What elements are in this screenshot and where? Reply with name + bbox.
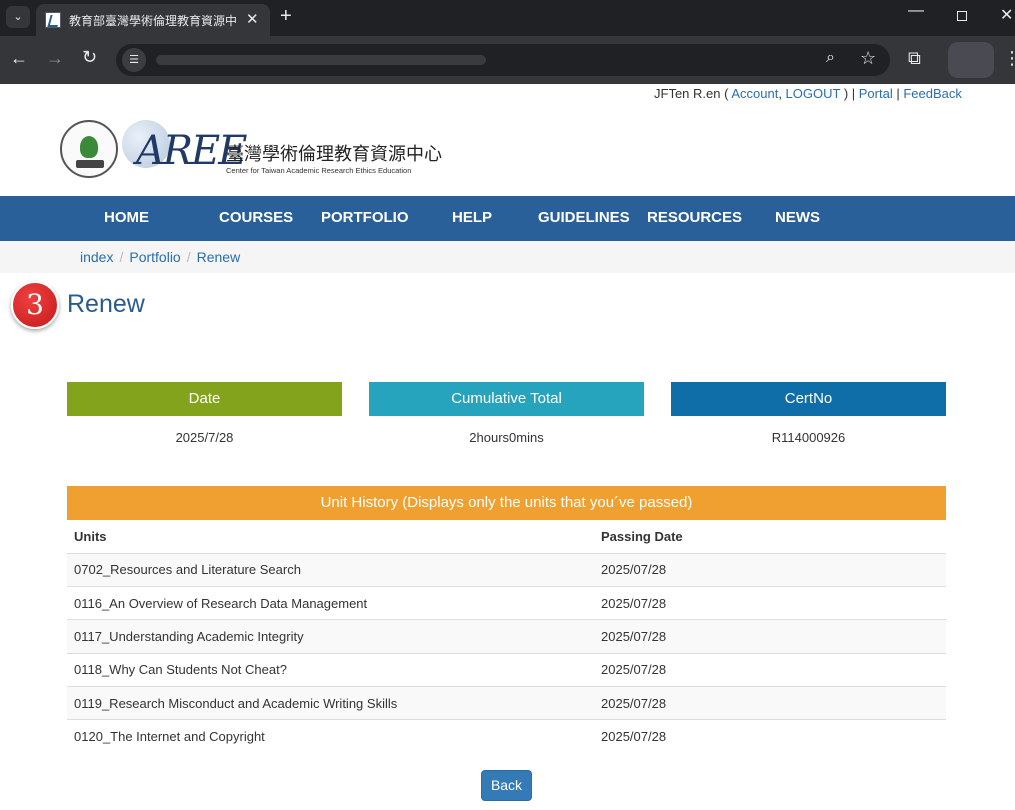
ministry-of-education-seal [60,120,118,178]
window-close-icon[interactable]: ✕ [1000,5,1013,25]
date-value: 2025/7/28 [175,430,234,445]
page-title: Renew [67,290,145,318]
table-row: 0120_The Internet and Copyright 2025/07/2… [67,719,946,754]
new-tab-plus-icon[interactable]: + [280,5,292,28]
url-text-redacted [156,55,486,65]
breadcrumb-renew[interactable]: Renew [197,249,241,265]
user-bar: JFTen R.en ( Account, LOGOUT ) | Portal … [654,86,962,101]
browser-tab-bar: ⌄ 教育部臺灣學術倫理教育資源中心 ✕ + — ✕ [0,0,1015,36]
nav-news[interactable]: NEWS [775,209,820,226]
unit-history-header: Unit History (Displays only the units th… [67,486,946,520]
nav-guidelines[interactable]: GUIDELINES [538,209,630,226]
bookmark-star-icon[interactable]: ☆ [860,48,876,69]
org-name-chinese: 臺灣學術倫理教育資源中心 [226,144,442,165]
user-name: JFTen R.en [654,86,721,101]
org-name-english: Center for Taiwan Academic Research Ethi… [226,166,412,175]
window-maximize-icon[interactable] [957,11,967,21]
tab-close-icon[interactable]: ✕ [246,10,259,28]
cumulative-total-header: Cumulative Total [369,382,644,416]
tab-title: 教育部臺灣學術倫理教育資源中心 [69,14,237,28]
site-favicon-icon [45,12,61,28]
userbar-paren-open: ( [720,86,732,101]
profile-avatar[interactable] [948,42,994,78]
back-button[interactable]: Back [481,770,532,801]
zoom-magnifier-icon[interactable]: ⌕ [826,49,835,67]
breadcrumb-portfolio[interactable]: Portfolio [129,249,180,265]
table-row: 0119_Research Misconduct and Academic Wr… [67,685,946,720]
unit-name: 0117_Understanding Academic Integrity [67,619,594,654]
browser-toolbar: ← → ↻ ☰ ⌕ ☆ ⧉ ⋮ [0,36,1015,84]
window-minimize-icon[interactable]: — [908,2,924,20]
nav-home[interactable]: HOME [104,209,149,226]
breadcrumb-bar: index / Portfolio / Renew [0,241,1015,273]
passing-date: 2025/07/28 [594,719,946,754]
passing-date: 2025/07/28 [594,685,946,720]
cumulative-total-value: 2hours0mins [469,430,544,445]
tab-list-chevron-icon[interactable]: ⌄ [6,6,30,28]
browser-tab[interactable]: 教育部臺灣學術倫理教育資源中心 ✕ [36,4,270,36]
unit-history-table: Units Passing Date 0702_Resources and Li… [67,520,946,754]
step-number-badge: 3 [11,281,59,329]
main-navigation: HOME COURSES PORTFOLIO HELP GUIDELINES R… [0,196,1015,241]
browser-menu-icon[interactable]: ⋮ [1003,48,1015,69]
table-row: 0117_Understanding Academic Integrity 202… [67,619,946,654]
table-row: 0702_Resources and Literature Search 2025… [67,552,946,587]
userbar-pipe: | [892,86,904,101]
table-row: 0116_An Overview of Research Data Manage… [67,586,946,620]
passing-date: 2025/07/28 [594,619,946,654]
nav-portfolio[interactable]: PORTFOLIO [321,209,409,226]
breadcrumb: index / Portfolio / Renew [80,249,240,265]
passing-date: 2025/07/28 [594,652,946,687]
nav-courses[interactable]: COURSES [219,209,293,226]
date-header: Date [67,382,342,416]
forward-arrow-icon[interactable]: → [46,48,64,69]
aree-logo-mark: AREE [122,118,247,182]
userbar-comma: , [778,86,786,101]
unit-name: 0118_Why Can Students Not Cheat? [67,652,594,687]
logout-link[interactable]: LOGOUT [786,86,841,101]
step-number: 3 [26,288,44,321]
portal-link[interactable]: Portal [859,86,893,101]
column-header-passing-date: Passing Date [594,520,946,554]
nav-resources[interactable]: RESOURCES [647,209,742,226]
unit-name: 0120_The Internet and Copyright [67,719,594,754]
address-bar[interactable]: ☰ ⌕ ☆ [116,44,890,76]
site-logo[interactable]: AREE 臺灣學術倫理教育資源中心 Center for Taiwan Acad… [60,118,460,182]
back-arrow-icon[interactable]: ← [10,48,28,69]
passing-date: 2025/07/28 [594,552,946,587]
column-header-units: Units [67,520,594,554]
feedback-link[interactable]: FeedBack [903,86,962,101]
breadcrumb-index[interactable]: index [80,249,113,265]
table-row: 0118_Why Can Students Not Cheat? 2025/07/… [67,652,946,687]
extensions-puzzle-icon[interactable]: ⧉ [908,48,921,69]
cert-no-value: R114000926 [771,430,846,445]
reload-icon[interactable]: ↻ [82,47,97,68]
breadcrumb-separator: / [119,249,124,265]
userbar-paren-close: ) | [840,86,859,101]
account-link[interactable]: Account [731,86,778,101]
site-info-icon[interactable]: ☰ [122,48,146,72]
nav-help[interactable]: HELP [452,209,492,226]
cert-no-header: CertNo [671,382,946,416]
table-header-row: Units Passing Date [67,520,946,554]
unit-name: 0702_Resources and Literature Search [67,552,594,587]
unit-name: 0119_Research Misconduct and Academic Wr… [67,685,594,720]
breadcrumb-separator: / [186,249,191,265]
passing-date: 2025/07/28 [594,586,946,620]
unit-name: 0116_An Overview of Research Data Manage… [67,586,594,620]
